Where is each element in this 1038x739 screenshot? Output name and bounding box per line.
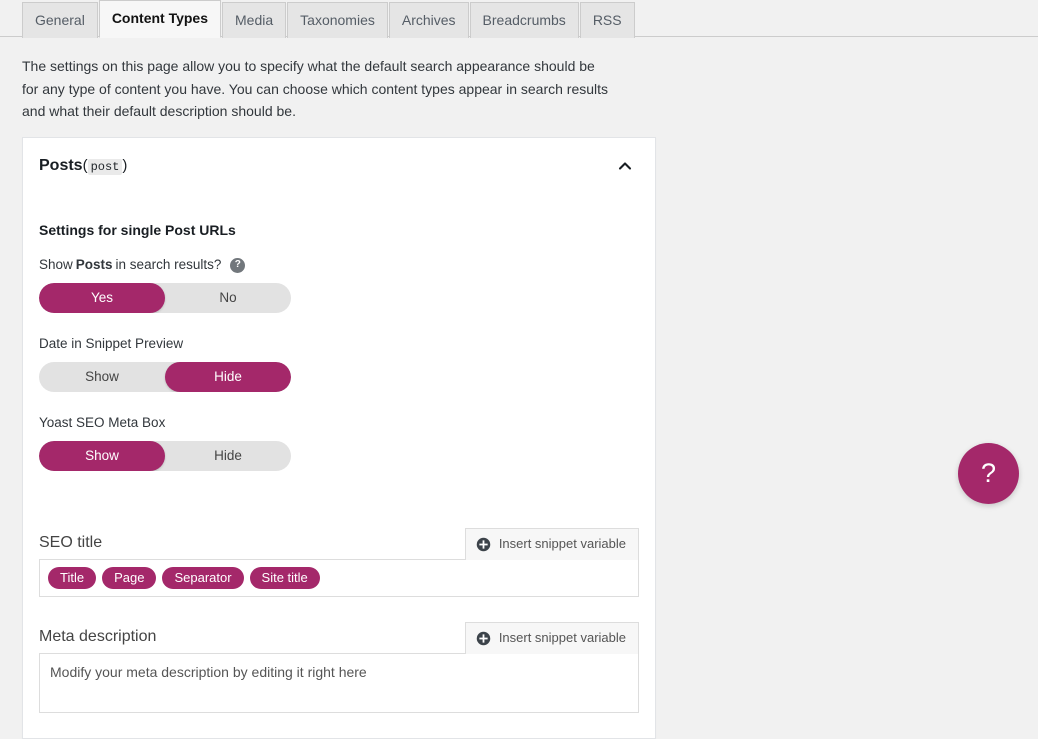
tab-archives[interactable]: Archives bbox=[388, 1, 469, 38]
meta-description-editor[interactable]: Modify your meta description by editing … bbox=[39, 652, 639, 713]
field-label-meta-description: Meta description bbox=[39, 628, 157, 646]
toggle-show-in-search-results[interactable]: Yes No bbox=[39, 282, 291, 313]
label-date-in-snippet-preview: Date in Snippet Preview bbox=[39, 335, 184, 351]
label-strong: Posts bbox=[75, 257, 113, 272]
field-meta-description: Meta description Insert snippet variable… bbox=[39, 619, 639, 713]
snippet-token-separator[interactable]: Separator bbox=[162, 566, 244, 589]
toggle-option-no[interactable]: No bbox=[165, 283, 291, 313]
tab-general[interactable]: General bbox=[22, 1, 98, 38]
plus-circle-icon bbox=[476, 537, 491, 552]
toggle-option-show[interactable]: Show bbox=[39, 362, 165, 392]
seo-title-editor[interactable]: Title Page Separator Site title bbox=[39, 558, 639, 597]
toggle-yoast-seo-meta-box[interactable]: Show Hide bbox=[39, 440, 291, 471]
card-title-paren-close: ) bbox=[122, 157, 128, 174]
page-description: The settings on this page allow you to s… bbox=[22, 58, 609, 120]
field-head-meta-description: Meta description Insert snippet variable bbox=[39, 619, 639, 654]
chevron-up-icon[interactable] bbox=[615, 156, 635, 176]
toggle-option-show[interactable]: Show bbox=[39, 440, 165, 471]
card-header-posts[interactable]: Posts(post) bbox=[23, 138, 655, 192]
card-body: Settings for single Post URLs Show Posts… bbox=[23, 222, 655, 733]
settings-tab-bar: General Content Types Media Taxonomies A… bbox=[0, 0, 1038, 38]
field-label-seo-title: SEO title bbox=[39, 534, 103, 552]
question-mark-icon[interactable]: ? bbox=[230, 257, 246, 273]
insert-snippet-variable-button-meta-description[interactable]: Insert snippet variable bbox=[464, 621, 639, 654]
insert-snippet-variable-label: Insert snippet variable bbox=[498, 629, 626, 645]
toggle-date-in-snippet-preview[interactable]: Show Hide bbox=[39, 361, 291, 392]
insert-snippet-variable-button-seo-title[interactable]: Insert snippet variable bbox=[464, 527, 639, 560]
tab-content-types[interactable]: Content Types bbox=[98, 0, 222, 38]
tab-breadcrumbs[interactable]: Breadcrumbs bbox=[469, 1, 579, 38]
toggle-option-yes[interactable]: Yes bbox=[39, 282, 165, 313]
field-seo-title: SEO title Insert snippet variable Title … bbox=[39, 525, 639, 597]
help-fab-button[interactable]: ? bbox=[958, 443, 1019, 504]
section-title-single-post-urls: Settings for single Post URLs bbox=[39, 222, 236, 238]
field-head-seo-title: SEO title Insert snippet variable bbox=[39, 525, 639, 560]
label-yoast-seo-meta-box: Yoast SEO Meta Box bbox=[39, 414, 166, 430]
toggle-option-hide[interactable]: Hide bbox=[165, 441, 291, 471]
tab-rss[interactable]: RSS bbox=[579, 1, 635, 38]
snippet-token-title[interactable]: Title bbox=[48, 566, 97, 589]
tab-taxonomies[interactable]: Taxonomies bbox=[287, 1, 388, 38]
card-title: Posts(post) bbox=[39, 157, 128, 175]
meta-description-value: Modify your meta description by editing … bbox=[50, 663, 367, 680]
snippet-token-page[interactable]: Page bbox=[102, 566, 157, 589]
label-show-in-search-results: Show Posts in search results? ? bbox=[39, 256, 639, 275]
card-title-slug: post bbox=[87, 159, 123, 175]
label-prefix: Show bbox=[39, 257, 73, 272]
card-title-paren-open: ( bbox=[82, 157, 88, 174]
insert-snippet-variable-label: Insert snippet variable bbox=[498, 535, 626, 551]
question-mark-icon: ? bbox=[980, 458, 997, 488]
label-suffix: in search results? bbox=[115, 257, 222, 272]
toggle-option-hide[interactable]: Hide bbox=[165, 361, 291, 392]
tab-media[interactable]: Media bbox=[222, 1, 287, 38]
plus-circle-icon bbox=[476, 631, 491, 646]
card-title-text: Posts bbox=[39, 157, 83, 174]
content-type-card-posts: Posts(post) Settings for single Post URL… bbox=[22, 137, 656, 739]
snippet-token-site-title[interactable]: Site title bbox=[249, 566, 320, 589]
